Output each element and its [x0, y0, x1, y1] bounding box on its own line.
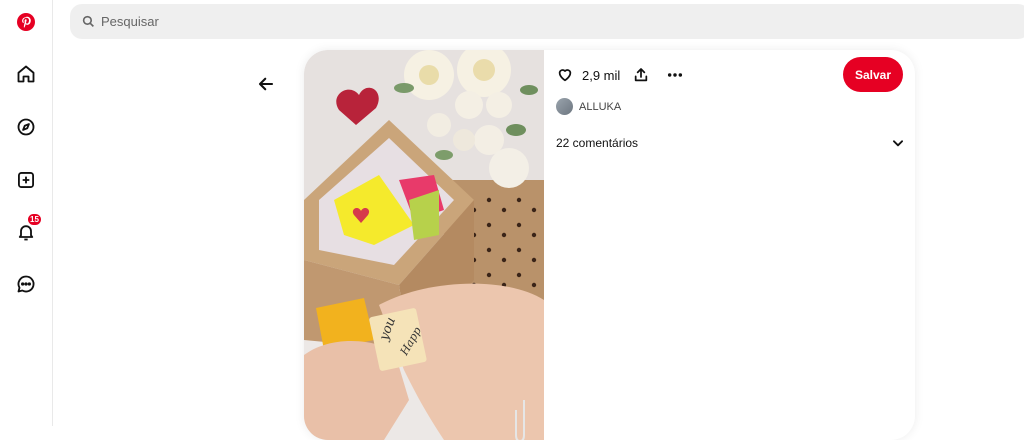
heart-icon[interactable]	[554, 64, 576, 86]
reaction-count: 2,9 mil	[582, 67, 621, 83]
back-arrow-icon[interactable]	[254, 72, 278, 96]
search-bar[interactable]	[70, 4, 1024, 39]
pin-details: 2,9 mil Salvar ALLUKA 22 comentários	[544, 50, 915, 440]
avatar[interactable]	[556, 98, 573, 115]
pinterest-logo-icon[interactable]	[14, 10, 38, 34]
pin-card: you Happ 2,9 mil Salvar ALLUKA 22 coment…	[304, 50, 915, 440]
comments-toggle[interactable]: 22 comentários	[556, 136, 905, 150]
more-options-icon[interactable]	[664, 64, 686, 86]
save-button[interactable]: Salvar	[842, 57, 903, 92]
search-input[interactable]	[101, 14, 701, 29]
action-bar: 2,9 mil	[554, 64, 686, 86]
author-link[interactable]: ALLUKA	[556, 98, 621, 115]
home-icon[interactable]	[14, 62, 38, 86]
share-icon[interactable]	[630, 64, 652, 86]
explore-icon[interactable]	[14, 115, 38, 139]
comments-label: 22 comentários	[556, 136, 639, 150]
pin-image[interactable]: you Happ	[304, 50, 544, 440]
create-icon[interactable]	[14, 168, 38, 192]
chevron-down-icon[interactable]	[891, 136, 905, 150]
messages-icon[interactable]	[14, 272, 38, 296]
notifications-icon[interactable]: 15	[14, 213, 42, 244]
author-name[interactable]: ALLUKA	[579, 101, 621, 113]
sidebar: 15	[0, 0, 53, 426]
search-icon	[82, 15, 94, 27]
notification-badge: 15	[27, 213, 42, 226]
